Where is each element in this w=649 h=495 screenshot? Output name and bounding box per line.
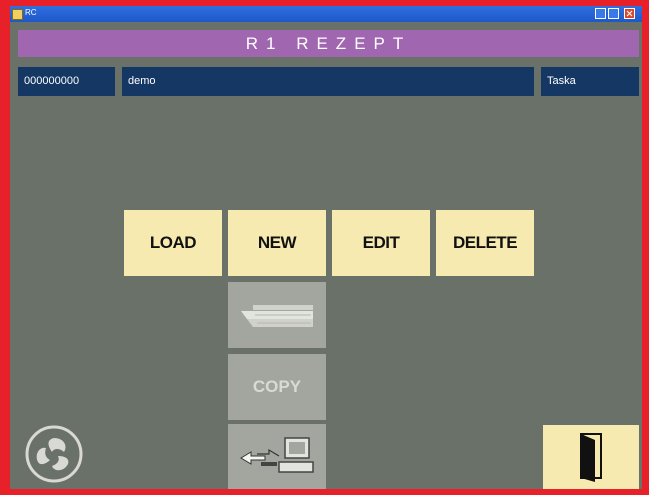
recipe-id-field[interactable]: 000000000: [18, 67, 115, 96]
new-button[interactable]: NEW: [228, 210, 326, 276]
copy-button[interactable]: COPY: [228, 354, 326, 420]
close-button[interactable]: [624, 8, 635, 19]
title-bar[interactable]: RC: [10, 6, 642, 22]
main-panel: R1 REZEPT 000000000 demo Taska LOAD NEW …: [10, 22, 642, 489]
transfer-computer-icon: [240, 436, 314, 473]
logo-icon: [24, 424, 84, 484]
window-title: RC: [25, 8, 37, 17]
exit-door-icon: [580, 433, 602, 482]
user-field[interactable]: Taska: [541, 67, 639, 96]
exit-button[interactable]: [543, 425, 639, 489]
recipe-name-field[interactable]: demo: [122, 67, 534, 96]
window-frame: RC R1 REZEPT 000000000 demo Taska LOAD N…: [0, 0, 649, 495]
keyboard-button[interactable]: [228, 282, 326, 348]
page-title: R1 REZEPT: [18, 30, 639, 57]
maximize-button[interactable]: [608, 8, 619, 19]
edit-button[interactable]: EDIT: [332, 210, 430, 276]
minimize-button[interactable]: [595, 8, 606, 19]
transfer-button[interactable]: [228, 424, 326, 489]
keyboard-icon: [241, 305, 313, 327]
delete-button[interactable]: DELETE: [436, 210, 534, 276]
app-icon: [12, 9, 23, 20]
load-button[interactable]: LOAD: [124, 210, 222, 276]
